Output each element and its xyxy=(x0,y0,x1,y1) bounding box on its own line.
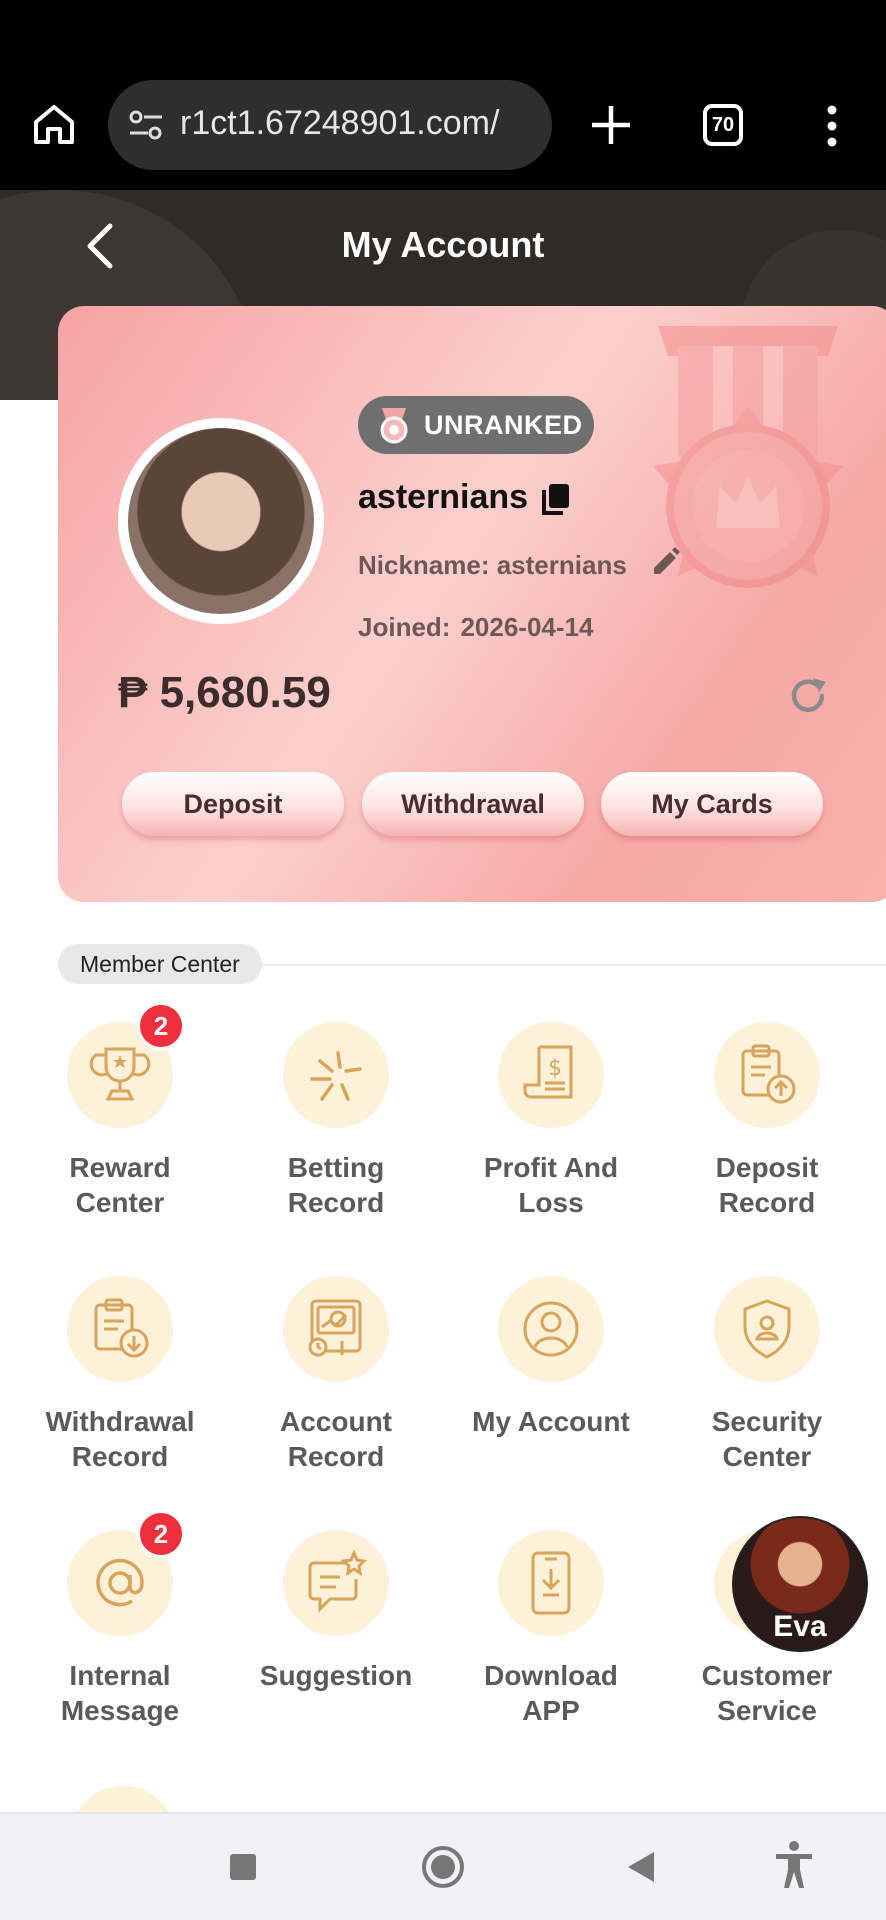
rank-badge: UNRANKED xyxy=(358,396,594,454)
menu-item-label: Security xyxy=(711,1406,823,1437)
menu-item-label: Withdrawal xyxy=(45,1406,195,1437)
browser-toolbar: r1ct1.67248901.com/ 70 xyxy=(0,0,886,190)
avatar[interactable] xyxy=(118,418,324,624)
joined-label: Joined: xyxy=(358,612,451,642)
menu-item-label: Message xyxy=(60,1695,180,1726)
edit-pencil-icon[interactable] xyxy=(650,546,680,576)
new-tab-icon[interactable] xyxy=(588,102,634,148)
username: asternians xyxy=(358,478,529,516)
menu-item-label: Reward xyxy=(69,1152,171,1183)
section-title-member-center: Member Center xyxy=(58,944,262,984)
deposit-clipboard-icon xyxy=(741,1044,796,1104)
menu-item-download-app[interactable]: Download APP xyxy=(443,1530,659,1728)
menu-item-withdrawal-record[interactable]: Withdrawal Record xyxy=(12,1276,228,1474)
menu-item-reward-center[interactable]: 2 Reward Center xyxy=(12,1002,228,1220)
account-record-icon xyxy=(308,1299,362,1357)
notification-badge: 2 xyxy=(137,1002,185,1050)
menu-item-label: Account xyxy=(280,1406,392,1437)
more-menu-icon[interactable] xyxy=(820,104,844,148)
back-nav-icon[interactable] xyxy=(626,1850,656,1884)
menu-item-label: Center xyxy=(722,1441,812,1472)
site-settings-icon[interactable] xyxy=(128,107,164,143)
copy-icon[interactable] xyxy=(540,482,572,516)
menu-item-account-record[interactable]: Account Record xyxy=(228,1276,444,1474)
at-sign-icon xyxy=(96,1558,144,1607)
menu-item-security-center[interactable]: Security Center xyxy=(659,1276,875,1474)
menu-item-label: My Account xyxy=(472,1406,630,1437)
menu-item-label: Service xyxy=(717,1695,817,1726)
menu-item-label: Profit And xyxy=(483,1152,619,1183)
joined-value: 2026-04-14 xyxy=(460,612,594,642)
nickname: Nickname: asternians xyxy=(358,550,627,580)
page-title: My Account xyxy=(341,224,545,265)
account-card: UNRANKED asternians Nickname: asternians… xyxy=(58,306,886,902)
menu-item-deposit-record[interactable]: Deposit Record xyxy=(659,1022,875,1220)
shield-icon xyxy=(743,1299,791,1359)
download-phone-icon xyxy=(531,1551,571,1615)
url-bar[interactable]: r1ct1.67248901.com/ xyxy=(108,80,552,170)
menu-item-label: Customer xyxy=(701,1660,833,1691)
section-divider xyxy=(262,964,886,966)
trophy-icon xyxy=(89,1047,151,1101)
menu-item-label: Record xyxy=(71,1441,169,1472)
menu-item-label: Record xyxy=(718,1187,816,1218)
home-icon[interactable] xyxy=(30,100,78,148)
menu-item-label: Center xyxy=(75,1187,165,1218)
home-nav-icon[interactable] xyxy=(422,1846,464,1888)
medal-watermark-icon xyxy=(653,326,843,588)
profit-receipt-icon: $ xyxy=(523,1045,573,1099)
rank-medal-icon xyxy=(380,408,408,444)
withdrawal-clipboard-icon xyxy=(94,1298,149,1358)
joined-date: Joined: 2026-04-14 xyxy=(358,612,593,643)
recents-icon[interactable] xyxy=(230,1854,256,1880)
menu-item-label: Internal xyxy=(69,1660,171,1691)
agent-name: Eva xyxy=(773,1610,827,1643)
menu-item-label: APP xyxy=(522,1695,580,1726)
menu-item-my-account[interactable]: My Account xyxy=(443,1276,659,1439)
menu-item-internal-message[interactable]: 2 Internal Message xyxy=(12,1510,228,1728)
rank-label: UNRANKED xyxy=(424,410,583,440)
menu-item-label: Betting xyxy=(287,1152,385,1183)
notification-badge: 2 xyxy=(137,1510,185,1558)
balance-amount: ₱ 5,680.59 xyxy=(118,668,331,717)
user-icon xyxy=(523,1301,579,1357)
live-chat-agent-avatar[interactable]: Eva xyxy=(732,1516,868,1652)
tab-switcher-button[interactable]: 70 xyxy=(703,104,743,146)
deposit-button[interactable]: Deposit xyxy=(122,772,344,836)
menu-item-label: Record xyxy=(287,1441,385,1472)
menu-item-label: Suggestion xyxy=(259,1660,413,1691)
avatar-image xyxy=(128,428,314,614)
menu-item-betting-record[interactable]: Betting Record xyxy=(228,1022,444,1220)
betting-icon xyxy=(310,1051,362,1101)
url-text[interactable]: r1ct1.67248901.com/ xyxy=(180,104,542,143)
menu-item-label: Deposit xyxy=(715,1152,819,1183)
refresh-icon[interactable] xyxy=(786,674,830,718)
suggestion-icon xyxy=(308,1549,368,1613)
menu-item-suggestion[interactable]: Suggestion xyxy=(228,1530,444,1693)
my-cards-button[interactable]: My Cards xyxy=(601,772,823,836)
menu-item-label: Download xyxy=(484,1660,618,1691)
menu-item-label: Loss xyxy=(518,1187,584,1218)
accessibility-icon[interactable] xyxy=(774,1840,814,1890)
menu-item-label: Record xyxy=(287,1187,385,1218)
withdrawal-button[interactable]: Withdrawal xyxy=(362,772,584,836)
svg-text:$: $ xyxy=(548,1056,562,1081)
menu-item-profit-and-loss[interactable]: $ Profit And Loss xyxy=(443,1022,659,1220)
